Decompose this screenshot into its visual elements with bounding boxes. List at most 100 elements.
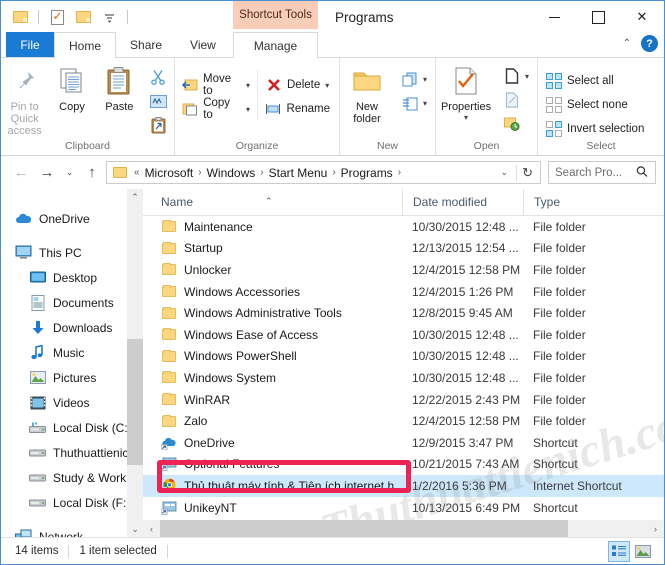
minimize-button[interactable] — [532, 1, 576, 33]
new-folder-icon[interactable] — [72, 6, 94, 28]
table-row[interactable]: Maintenance 10/30/2015 12:48 ... File fo… — [143, 216, 664, 238]
sidebar-item-desktop[interactable]: Desktop — [1, 265, 143, 290]
customize-dropdown-icon[interactable] — [98, 6, 120, 28]
details-view-icon[interactable] — [608, 540, 630, 562]
table-row[interactable]: Thủ thuật máy tính & Tiện ích internet h… — [143, 475, 664, 497]
table-row[interactable]: Windows Administrative Tools 12/8/2015 9… — [143, 302, 664, 324]
cut-button[interactable] — [145, 66, 172, 88]
table-row[interactable]: Optional Features 10/21/2015 7:43 AM Sho… — [143, 454, 664, 476]
tab-home[interactable]: Home — [54, 32, 117, 58]
table-row[interactable]: Windows System 10/30/2015 12:48 ... File… — [143, 367, 664, 389]
sidebar-item-thuthuattienich[interactable]: Thuthuattienich — [1, 440, 143, 465]
breadcrumb-separator[interactable]: › — [396, 167, 403, 178]
invert-selection-button[interactable]: Invert selection — [540, 118, 649, 140]
chevron-down-icon[interactable]: ▾ — [325, 81, 329, 90]
sidebar-item-documents[interactable]: Documents — [1, 290, 143, 315]
sidebar-item-local-disk-f[interactable]: Local Disk (F:) — [1, 490, 143, 515]
sidebar-item-this-pc[interactable]: This PC — [1, 240, 143, 265]
table-row[interactable]: Windows Accessories 12/4/2015 1:26 PM Fi… — [143, 281, 664, 303]
scroll-up-icon[interactable]: ⌃ — [131, 189, 139, 205]
table-row[interactable]: UnikeyNT 10/13/2015 6:49 PM Shortcut — [143, 497, 664, 519]
scrollbar-thumb[interactable] — [160, 520, 568, 537]
table-row[interactable]: Windows PowerShell 10/30/2015 12:48 ... … — [143, 346, 664, 368]
table-row[interactable]: Zalo 12/4/2015 12:58 PM File folder — [143, 410, 664, 432]
select-all-button[interactable]: Select all — [540, 70, 649, 92]
select-none-button[interactable]: Select none — [540, 94, 649, 116]
tab-file[interactable]: File — [6, 32, 54, 57]
breadcrumb-start-menu[interactable]: Start Menu — [266, 166, 331, 180]
copy-button[interactable]: Copy — [48, 62, 95, 115]
collapse-ribbon-icon[interactable]: ⌃ — [623, 38, 631, 49]
table-row[interactable]: WinRAR 12/22/2015 2:43 PM File folder — [143, 389, 664, 411]
address-breadcrumb-field[interactable]: « Microsoft › Windows › Start Menu › Pro… — [106, 161, 541, 184]
sidebar-item-music[interactable]: Music — [1, 340, 143, 365]
sidebar-item-videos[interactable]: Videos — [1, 390, 143, 415]
file-list-horizontal-scrollbar[interactable]: ‹ › — [143, 520, 664, 537]
recent-locations-button[interactable]: ⌄ — [61, 161, 78, 185]
paste-button[interactable]: Paste — [96, 62, 143, 115]
chevron-down-icon[interactable]: ▾ — [423, 75, 427, 84]
table-row[interactable]: Windows Ease of Access 10/30/2015 12:48 … — [143, 324, 664, 346]
breadcrumb-programs[interactable]: Programs — [338, 166, 396, 180]
refresh-icon[interactable]: ↻ — [516, 164, 538, 181]
easy-access-button[interactable]: ▾ — [396, 92, 432, 114]
chevron-down-icon[interactable]: ▾ — [423, 99, 427, 108]
pin-to-quick-access-button[interactable]: Pin to Quick access — [1, 62, 48, 139]
properties-button[interactable]: Properties ▾ — [436, 62, 496, 124]
scroll-left-icon[interactable]: ‹ — [143, 524, 160, 534]
open-button[interactable]: ▾ — [498, 65, 534, 87]
copy-path-button[interactable] — [145, 90, 172, 112]
scrollbar-track[interactable] — [160, 520, 647, 537]
sidebar-item-local-disk-c[interactable]: Local Disk (C:) — [1, 415, 143, 440]
sidebar-item-pictures[interactable]: Pictures — [1, 365, 143, 390]
back-button[interactable]: ← — [9, 161, 33, 185]
scroll-down-icon[interactable]: ⌄ — [131, 521, 139, 537]
forward-button[interactable]: → — [35, 161, 59, 185]
tab-share[interactable]: Share — [116, 32, 176, 57]
chevron-down-icon[interactable]: ▾ — [246, 105, 250, 114]
breadcrumb-separator[interactable]: › — [258, 167, 265, 178]
file-name-cell: Windows Administrative Tools — [143, 305, 402, 321]
column-header-date-modified[interactable]: Date modified — [402, 189, 523, 215]
search-input[interactable]: Search Pro... — [548, 161, 656, 184]
navigation-pane-scrollbar[interactable]: ⌃ ⌄ — [127, 189, 143, 537]
folder-icon[interactable] — [9, 6, 31, 28]
table-row[interactable]: OneDrive 12/9/2015 3:47 PM Shortcut — [143, 432, 664, 454]
rename-button[interactable]: Rename — [260, 98, 335, 120]
history-button[interactable] — [498, 113, 534, 135]
move-to-button[interactable]: Move to ▾ — [177, 73, 255, 97]
tab-view[interactable]: View — [176, 32, 230, 57]
column-header-type[interactable]: Type — [523, 189, 664, 215]
table-row[interactable]: Unlocker 12/4/2015 12:58 PM File folder — [143, 259, 664, 281]
copy-to-button[interactable]: Copy to ▾ — [177, 97, 255, 121]
maximize-button[interactable] — [576, 1, 620, 33]
paste-shortcut-button[interactable] — [145, 114, 172, 136]
chevron-down-icon[interactable]: ▾ — [246, 81, 250, 90]
delete-button[interactable]: Delete ▾ — [260, 74, 335, 96]
sidebar-item-onedrive[interactable]: OneDrive — [1, 206, 143, 231]
close-button[interactable]: ✕ — [620, 1, 664, 33]
breadcrumb-microsoft[interactable]: Microsoft — [142, 166, 197, 180]
chevron-down-icon[interactable]: ▾ — [464, 113, 468, 122]
new-folder-button[interactable]: New folder — [340, 62, 394, 127]
table-row[interactable]: Startup 12/13/2015 12:54 ... File folder — [143, 238, 664, 260]
scrollbar-thumb[interactable] — [127, 339, 143, 465]
sidebar-item-network[interactable]: Network — [1, 524, 143, 537]
properties-icon[interactable] — [46, 6, 68, 28]
breadcrumb-separator[interactable]: › — [330, 167, 337, 178]
large-icons-view-icon[interactable] — [632, 541, 654, 562]
breadcrumb-windows[interactable]: Windows — [204, 166, 259, 180]
breadcrumb-overflow-icon[interactable]: « — [132, 167, 142, 178]
chevron-down-icon[interactable]: ▾ — [525, 72, 529, 81]
up-button[interactable]: ↑ — [80, 161, 104, 185]
help-icon[interactable]: ? — [641, 35, 658, 52]
sidebar-item-downloads[interactable]: Downloads — [1, 315, 143, 340]
tab-manage[interactable]: Manage — [233, 32, 318, 58]
column-header-name[interactable]: Name ⌃ — [143, 195, 402, 209]
scroll-right-icon[interactable]: › — [647, 524, 664, 534]
new-item-button[interactable]: ▾ — [396, 68, 432, 90]
edit-button[interactable] — [498, 89, 534, 111]
address-dropdown-icon[interactable]: ⌄ — [493, 167, 517, 178]
breadcrumb-separator[interactable]: › — [196, 167, 203, 178]
sidebar-item-study-and-work[interactable]: Study & Work (E — [1, 465, 143, 490]
